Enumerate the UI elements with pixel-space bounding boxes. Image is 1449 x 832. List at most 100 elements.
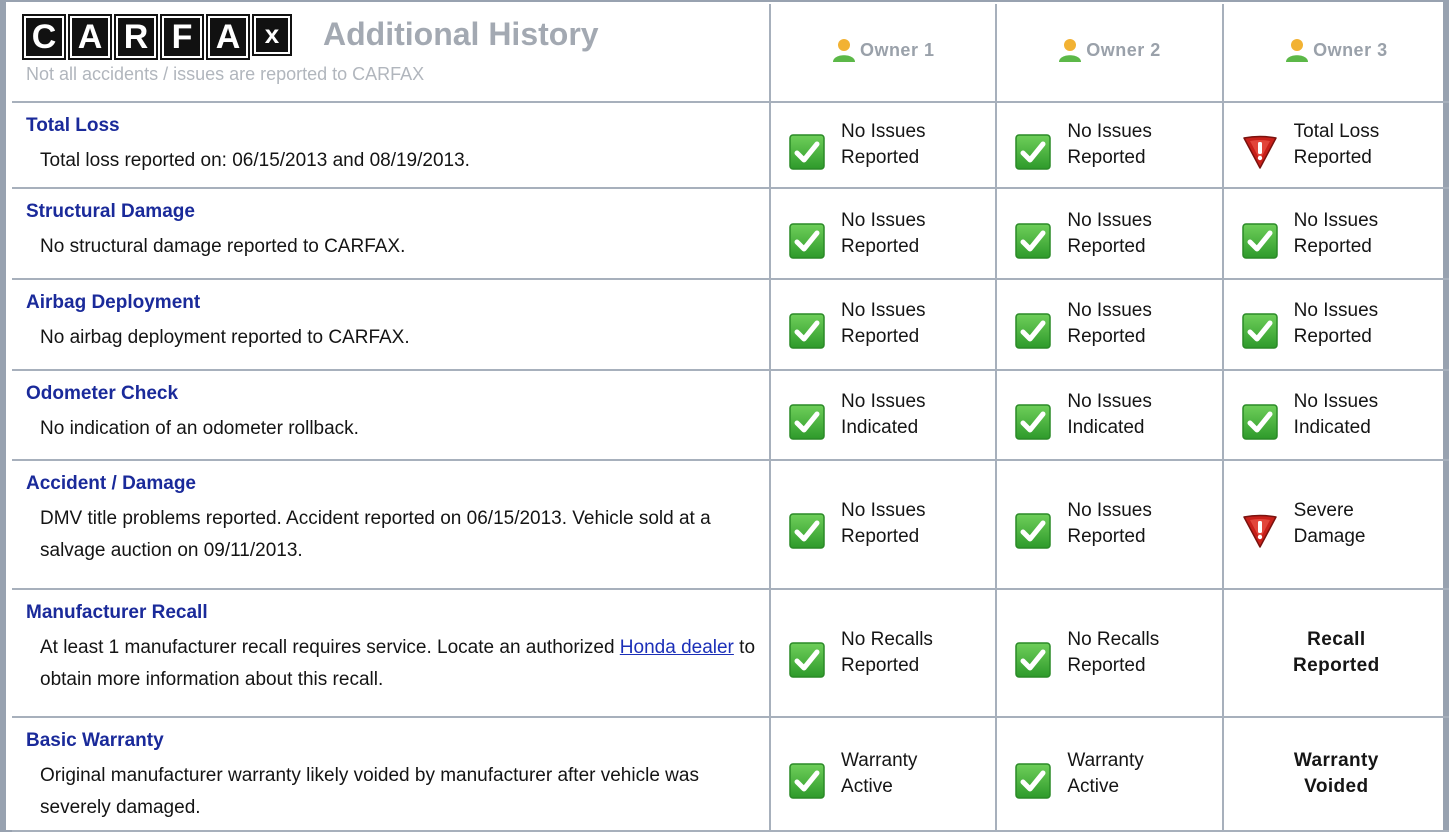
status-text: No Issues Reported	[1067, 498, 1151, 550]
category-description-text: No structural damage reported to CARFAX.	[40, 236, 406, 258]
status-line-1: Warranty	[841, 750, 918, 772]
category-description-part: At least 1 manufacturer recall requires …	[40, 636, 620, 658]
status-text: No Recalls Reported	[1067, 627, 1159, 679]
status-line-2: Active	[1067, 776, 1120, 798]
history-row: Structural Damage No structural damage re…	[12, 188, 1449, 280]
category-cell: Manufacturer Recall At least 1 manufactur…	[12, 588, 771, 719]
status-text: No Issues Reported	[841, 208, 925, 260]
owner-2-status-cell: No Issues Reported	[995, 460, 1223, 590]
check-icon	[1241, 222, 1278, 259]
status-text: No Issues Reported	[841, 119, 925, 171]
status-line-2: Reported	[841, 147, 920, 169]
category-cell: Odometer Check No indication of an odomet…	[12, 369, 771, 462]
history-row: Manufacturer Recall At least 1 manufactur…	[12, 588, 1449, 719]
status-line-1: No Issues	[841, 209, 926, 231]
status-line-1: No Recalls	[1067, 628, 1160, 650]
check-icon	[789, 222, 825, 259]
status-line-2: Reported	[1293, 147, 1372, 169]
status-line-1: No Issues	[841, 121, 926, 143]
owner-2-header: Owner 2	[995, 4, 1223, 103]
status-line-1: Warranty	[1293, 750, 1379, 772]
status-line-2: Indicated	[841, 416, 919, 438]
category-title: Structural Damage	[26, 201, 195, 223]
section-subtitle: Not all accidents / issues are reported …	[26, 64, 425, 84]
status-text: Total Loss Reported	[1294, 119, 1380, 171]
category-description-text: Original manufacturer warranty likely vo…	[40, 765, 699, 819]
check-icon	[1241, 404, 1278, 440]
owner-1-header: Owner 1	[769, 4, 997, 103]
status-line-2: Active	[841, 776, 893, 798]
category-description-text: Total loss reported on: 06/15/2013 and 0…	[40, 149, 470, 171]
status-line-1: No Issues	[1067, 390, 1152, 412]
status-line-1: No Issues	[841, 390, 926, 412]
status-text: No Issues Reported	[1067, 119, 1151, 171]
status-line-2: Reported	[1067, 326, 1146, 348]
status-line-1: No Issues	[1067, 209, 1152, 231]
status-line-2: Reported	[1067, 654, 1146, 676]
owner-label: Owner 3	[1313, 39, 1388, 60]
category-title: Manufacturer Recall	[26, 601, 208, 623]
status-line-1: No Recalls	[841, 628, 933, 650]
status-text: Warranty Active	[841, 748, 917, 800]
status-line-2: Reported	[841, 326, 920, 348]
check-icon	[1015, 222, 1052, 259]
status-line-1: No Issues	[1293, 390, 1379, 412]
owner-2-status-cell: Warranty Active	[995, 717, 1223, 832]
status-line-1: No Issues	[1067, 300, 1152, 322]
category-description-text: No indication of an odometer rollback.	[40, 417, 359, 439]
status-line-1: Warranty	[1067, 750, 1144, 772]
owner-2-status-cell: No Recalls Reported	[995, 588, 1223, 719]
status-text: Warranty Voided	[1294, 748, 1379, 800]
check-icon	[1015, 404, 1052, 440]
owner-2-status-cell: No Issues Reported	[995, 101, 1223, 190]
category-description: No structural damage reported to CARFAX.	[40, 231, 755, 263]
status-line-2: Reported	[841, 235, 920, 257]
history-row: Airbag Deployment No airbag deployment re…	[12, 278, 1449, 371]
check-icon	[789, 404, 825, 440]
status-line-1: Severe	[1293, 500, 1354, 522]
logo-letter: x	[252, 14, 292, 56]
honda-dealer-link[interactable]: Honda dealer	[620, 637, 734, 658]
history-row: Odometer Check No indication of an odomet…	[12, 369, 1449, 462]
status-line-2: Reported	[1293, 235, 1372, 257]
owner-1-status-cell: No Issues Reported	[769, 460, 997, 590]
owner-1-status-cell: No Issues Reported	[769, 278, 997, 371]
check-icon	[1015, 513, 1052, 550]
status-line-1: No Issues	[1293, 209, 1379, 231]
status-text: No Issues Indicated	[1294, 389, 1378, 441]
owner-3-status-cell: Severe Damage	[1221, 460, 1449, 590]
status-line-1: Total Loss	[1293, 121, 1380, 143]
history-row: Accident / Damage DMV title problems repo…	[12, 460, 1449, 590]
status-text: Recall Reported	[1293, 627, 1380, 679]
category-description: Total loss reported on: 06/15/2013 and 0…	[40, 145, 755, 177]
status-text: No Issues Reported	[1294, 208, 1378, 260]
owner-3-header: Owner 3	[1221, 4, 1449, 103]
section-title: Additional History	[323, 16, 599, 52]
additional-history-table: C A R F A x Additional History Not all a…	[12, 4, 1449, 832]
brand-cell: C A R F A x Additional History Not all a…	[12, 4, 771, 103]
check-icon	[789, 763, 825, 799]
category-cell: Accident / Damage DMV title problems repo…	[12, 460, 771, 590]
owner-2-status-cell: No Issues Reported	[995, 278, 1223, 371]
category-description: No indication of an odometer rollback.	[40, 413, 755, 445]
status-line-2: Indicated	[1067, 416, 1145, 438]
person-icon	[832, 39, 855, 62]
status-line-2: Reported	[841, 654, 920, 676]
category-title: Odometer Check	[26, 382, 179, 404]
status-text: Severe Damage	[1294, 498, 1366, 550]
status-text: No Issues Reported	[1294, 298, 1378, 350]
status-text: No Issues Reported	[1067, 208, 1151, 260]
warning-icon	[1242, 513, 1278, 549]
status-line-1: No Issues	[841, 300, 926, 322]
status-line-2: Indicated	[1293, 416, 1371, 438]
category-cell: Basic Warranty Original manufacturer warr…	[12, 717, 771, 832]
category-title: Total Loss	[26, 114, 120, 136]
status-line-1: No Issues	[841, 500, 926, 522]
check-icon	[1015, 642, 1052, 678]
status-line-2: Reported	[1067, 526, 1146, 548]
check-icon	[1015, 134, 1052, 170]
owner-3-status-cell: No Issues Reported	[1221, 278, 1449, 371]
status-line-2: Reported	[1293, 654, 1380, 676]
status-line-2: Reported	[1067, 147, 1146, 169]
owner-3-status-cell: Total Loss Reported	[1221, 101, 1449, 190]
